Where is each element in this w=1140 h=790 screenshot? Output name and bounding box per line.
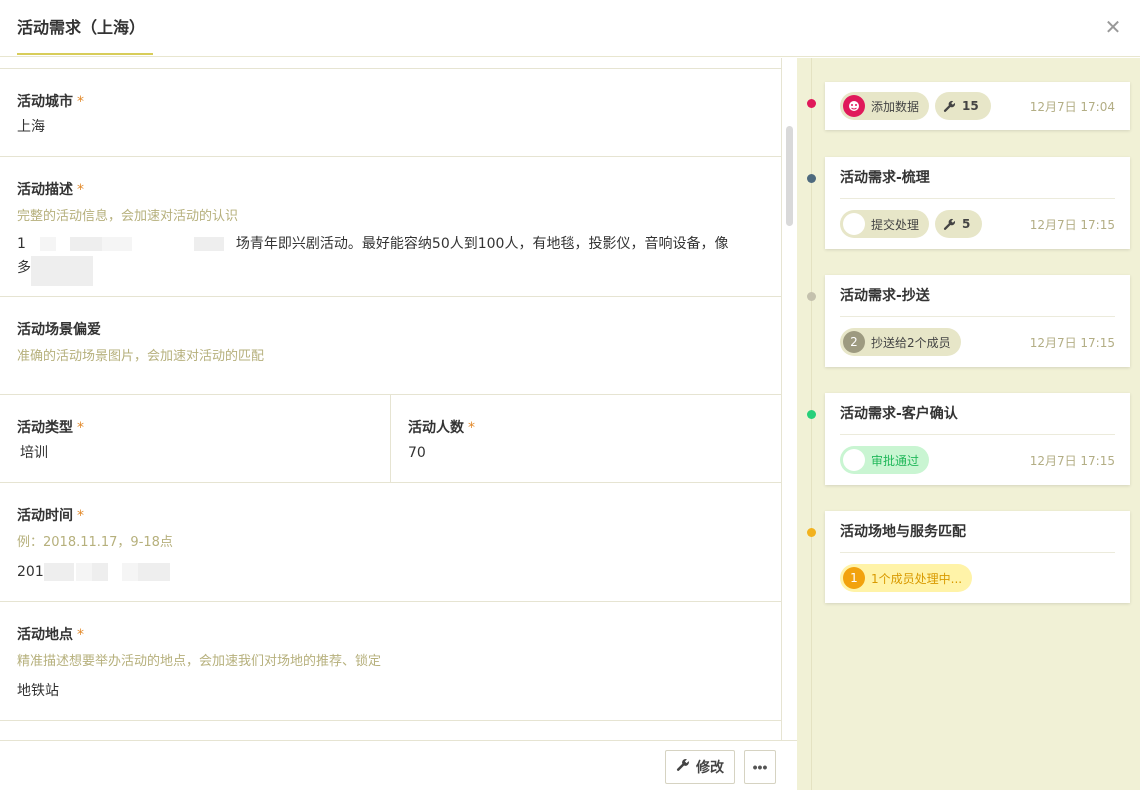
- timeline-dot: [807, 410, 816, 419]
- footer-bar: 修改 •••: [0, 740, 797, 790]
- timeline-dot: [807, 174, 816, 183]
- redaction: [137, 563, 170, 581]
- timestamp: 12月7日 17:15: [1029, 217, 1115, 232]
- timeline-card: 添加数据 15 12月7日 17:04: [825, 82, 1130, 130]
- redaction: [43, 563, 74, 581]
- city-value[interactable]: 上海: [17, 115, 764, 139]
- scrollbar-thumb[interactable]: [786, 126, 793, 226]
- field-city: 活动城市 * 上海: [0, 69, 781, 157]
- time-label: 活动时间: [17, 508, 73, 524]
- redaction: [121, 563, 138, 581]
- location-hint: 精准描述想要举办活动的地点，会加速我们对场地的推荐、锁定: [17, 654, 382, 669]
- approved-pill[interactable]: 审批通过: [840, 446, 930, 474]
- timeline-card: 活动需求-梳理 提交处理 5 12月7日 17:15: [825, 157, 1130, 249]
- avatar-icon: [843, 213, 865, 235]
- description-prefix: 1: [17, 236, 26, 252]
- type-label: 活动类型: [17, 420, 73, 436]
- close-icon[interactable]: ✕: [1104, 15, 1122, 39]
- pill-label: 1个成员处理中...: [871, 571, 963, 586]
- redaction: [31, 256, 93, 286]
- redaction: [193, 237, 224, 251]
- card-title[interactable]: 活动场地与服务匹配: [840, 511, 1115, 553]
- redaction: [91, 563, 108, 581]
- count-badge: 2: [843, 331, 865, 353]
- avatar-icon: [843, 449, 865, 471]
- timeline-card: 活动需求-抄送 2 抄送给2个成员 12月7日 17:15: [825, 275, 1130, 367]
- tool-count: 15: [962, 99, 979, 113]
- time-prefix: 201: [17, 564, 44, 580]
- submit-pill[interactable]: 提交处理: [840, 210, 930, 238]
- field-people: 活动人数 * 70: [390, 395, 781, 482]
- avatar-icon: [843, 95, 865, 117]
- timeline-dot: [807, 528, 816, 537]
- time-hint: 例：2018.11.17，9-18点: [17, 535, 173, 550]
- top-divider: [0, 58, 781, 69]
- wrench-icon: [943, 218, 956, 231]
- redaction: [101, 237, 132, 251]
- redaction: [69, 237, 102, 251]
- tool-count-pill[interactable]: 5: [935, 210, 983, 238]
- description-label: 活动描述: [17, 182, 73, 198]
- more-options-button[interactable]: •••: [744, 750, 776, 784]
- wrench-icon: [676, 758, 690, 776]
- processing-pill[interactable]: 1 1个成员处理中...: [840, 564, 973, 592]
- pill-label: 审批通过: [871, 453, 920, 468]
- required-mark: *: [77, 627, 84, 643]
- card-title[interactable]: 活动需求-抄送: [840, 275, 1115, 317]
- required-mark: *: [77, 508, 84, 524]
- required-mark: *: [77, 420, 84, 436]
- field-description: 活动描述 * 完整的活动信息，会加速对活动的认识 1 场青年即兴剧活动。最好能容纳5…: [0, 157, 781, 297]
- timestamp: 12月7日 17:15: [1029, 335, 1115, 350]
- drawer-header: 活动需求（上海） ✕: [0, 0, 1140, 57]
- redaction: [39, 237, 56, 251]
- field-location: 活动地点 * 精准描述想要举办活动的地点，会加速我们对场地的推荐、锁定 地铁站: [0, 602, 781, 721]
- timeline-dot: [807, 99, 816, 108]
- people-value[interactable]: 70: [408, 441, 764, 465]
- description-hint: 完整的活动信息，会加速对活动的认识: [17, 209, 239, 224]
- description-value[interactable]: 1 场青年即兴剧活动。最好能容纳50人到100人，有地毯，投影仪，音响设备，像 多: [17, 232, 764, 286]
- field-time: 活动时间 * 例：2018.11.17，9-18点 201: [0, 483, 781, 602]
- add-data-pill[interactable]: 添加数据: [840, 92, 930, 120]
- field-scene: 活动场景偏爱 准确的活动场景图片，会加速对活动的匹配: [0, 297, 781, 395]
- location-value[interactable]: 地铁站: [17, 679, 764, 703]
- tool-count-pill[interactable]: 15: [935, 92, 991, 120]
- cc-pill[interactable]: 2 抄送给2个成员: [840, 328, 961, 356]
- timeline-card: 活动需求-客户确认 审批通过 12月7日 17:15: [825, 393, 1130, 485]
- timeline-panel: 添加数据 15 12月7日 17:04 活动需求-梳理 提交处理 5 12月7日…: [797, 58, 1140, 790]
- card-title[interactable]: 活动需求-梳理: [840, 157, 1115, 199]
- pill-label: 添加数据: [871, 99, 920, 114]
- edit-button[interactable]: 修改: [665, 750, 735, 784]
- required-mark: *: [77, 182, 84, 198]
- required-mark: *: [77, 94, 84, 110]
- people-label: 活动人数: [408, 420, 464, 436]
- edit-label: 修改: [696, 760, 724, 776]
- pill-label: 抄送给2个成员: [871, 335, 951, 350]
- scrollbar[interactable]: [782, 58, 798, 790]
- field-row-type-people: 活动类型 * 培训 活动人数 * 70: [0, 395, 781, 483]
- timeline-dot: [807, 292, 816, 301]
- description-text: 场青年即兴剧活动。最好能容纳50人到100人，有地毯，投影仪，音响设备，像: [235, 236, 729, 252]
- form-panel: 活动城市 * 上海 活动描述 * 完整的活动信息，会加速对活动的认识 1 场青年即兴剧…: [0, 58, 782, 740]
- scene-hint: 准确的活动场景图片，会加速对活动的匹配: [17, 349, 265, 364]
- required-mark: *: [468, 420, 475, 436]
- location-label: 活动地点: [17, 627, 73, 643]
- type-value[interactable]: 培训: [17, 441, 373, 465]
- description-line2: 多: [17, 260, 31, 276]
- timestamp: 12月7日 17:15: [1029, 453, 1115, 468]
- tool-count: 5: [962, 217, 971, 231]
- timestamp: 12月7日 17:04: [1029, 99, 1115, 114]
- scene-label: 活动场景偏爱: [17, 322, 101, 338]
- tab-title[interactable]: 活动需求（上海）: [17, 0, 154, 55]
- time-value[interactable]: 201: [17, 560, 764, 584]
- timeline-line: [811, 58, 812, 790]
- wrench-icon: [943, 100, 956, 113]
- pill-label: 提交处理: [871, 217, 920, 232]
- field-type: 活动类型 * 培训: [0, 395, 390, 482]
- redaction: [75, 563, 92, 581]
- timeline-card: 活动场地与服务匹配 1 1个成员处理中...: [825, 511, 1130, 603]
- city-label: 活动城市: [17, 94, 73, 110]
- card-title[interactable]: 活动需求-客户确认: [840, 393, 1115, 435]
- count-badge: 1: [843, 567, 865, 589]
